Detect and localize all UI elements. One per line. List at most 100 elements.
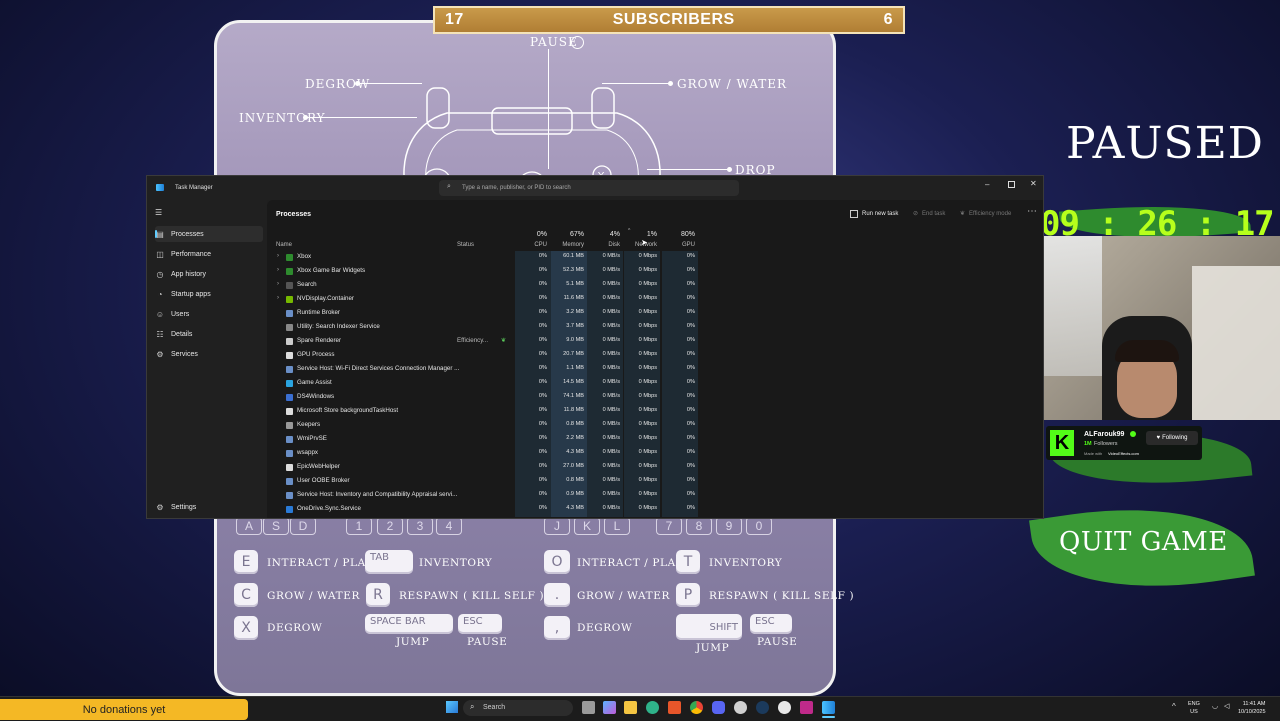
details-icon: ☷ bbox=[156, 329, 164, 339]
subscriber-label: SUBSCRIBERS bbox=[612, 11, 735, 28]
process-name: Microsoft Store backgroundTaskHost bbox=[297, 407, 399, 414]
system-clock[interactable]: 11:41 AM 10/10/2025 bbox=[1238, 700, 1266, 716]
nav-details[interactable]: ☷ Details bbox=[155, 326, 263, 342]
nav-services[interactable]: ⚙ Services bbox=[155, 346, 263, 362]
mem-value: 4.3 MB bbox=[566, 505, 584, 511]
more-options-icon[interactable]: ⋯ bbox=[1027, 206, 1037, 217]
gpu-header: GPU bbox=[681, 242, 695, 248]
column-name[interactable]: Name bbox=[276, 242, 292, 248]
search-icon: ⌕ bbox=[447, 183, 451, 190]
gpu-value: 0% bbox=[686, 477, 695, 483]
cpu-value: 0% bbox=[538, 463, 547, 469]
search-box[interactable]: ⌕ Type a name, publisher, or PID to sear… bbox=[439, 180, 739, 196]
table-row[interactable]: DS4Windows 0% 74.1 MB 0 MB/s 0 Mbps 0% bbox=[267, 391, 1043, 405]
end-task-button[interactable]: ⊘ End task bbox=[913, 210, 945, 218]
table-row[interactable]: User OOBE Broker 0% 0.8 MB 0 MB/s 0 Mbps 0% bbox=[267, 475, 1043, 489]
disk-total: 4% bbox=[609, 231, 620, 238]
volume-icon[interactable]: ◁ bbox=[1224, 702, 1229, 710]
nav-settings[interactable]: ⚙ Settings bbox=[155, 499, 263, 515]
cpu-value: 0% bbox=[538, 477, 547, 483]
subscriber-left-count: 17 bbox=[445, 11, 464, 28]
minimize-icon[interactable]: – bbox=[985, 180, 989, 189]
nav-processes[interactable]: ▤ Processes bbox=[155, 226, 263, 242]
expand-chevron-icon[interactable]: › bbox=[277, 253, 279, 259]
pause-callout-line bbox=[548, 49, 549, 169]
efficiency-mode-button[interactable]: ❦ Efficiency mode bbox=[960, 210, 1011, 218]
leaf-icon: ❦ bbox=[960, 211, 966, 217]
process-name: EpicWebHelper bbox=[297, 463, 340, 470]
process-name: Keepers bbox=[297, 421, 321, 428]
language-indicator[interactable]: ENG US bbox=[1188, 700, 1200, 716]
mem-value: 1.1 MB bbox=[566, 365, 584, 371]
steam-icon[interactable] bbox=[756, 701, 769, 714]
table-row[interactable]: Microsoft Store backgroundTaskHost 0% 11.8… bbox=[267, 405, 1043, 419]
process-icon bbox=[286, 422, 293, 429]
copilot-icon[interactable] bbox=[603, 701, 616, 714]
table-row[interactable]: Spare Renderer Efficiency... ❦ 0% 9.0 MB 0 MB… bbox=[267, 335, 1043, 349]
taskbar-search-box[interactable]: ⌕ Search bbox=[463, 700, 573, 716]
net-value: 0 Mbps bbox=[638, 491, 657, 497]
nav-performance[interactable]: ◫ Performance bbox=[155, 246, 263, 262]
net-value: 0 Mbps bbox=[638, 449, 657, 455]
table-row[interactable]: Service Host: Wi-Fi Direct Services Conn… bbox=[267, 363, 1043, 377]
following-button[interactable]: ♥ Following bbox=[1146, 431, 1198, 445]
table-row[interactable]: Utility: Search Indexer Service 0% 3.7 MB 0… bbox=[267, 321, 1043, 335]
github-icon[interactable] bbox=[734, 701, 747, 714]
hamburger-menu-icon[interactable]: ☰ bbox=[155, 208, 162, 217]
table-row[interactable]: › Xbox Game Bar Widgets 0% 52.3 MB 0 MB/s 0 M… bbox=[267, 265, 1043, 279]
process-name: NVDisplay.Container bbox=[297, 295, 354, 302]
page-title: Processes bbox=[276, 211, 312, 218]
mem-value: 0.9 MB bbox=[566, 491, 584, 497]
task-view-icon[interactable] bbox=[582, 701, 595, 714]
game-app-icon[interactable] bbox=[800, 701, 813, 714]
expand-chevron-icon[interactable]: › bbox=[277, 295, 279, 301]
quit-game-button[interactable]: QUIT GAME bbox=[1059, 527, 1228, 557]
table-row[interactable]: Game Assist 0% 14.5 MB 0 MB/s 0 Mbps 0% bbox=[267, 377, 1043, 391]
table-row[interactable]: Runtime Broker 0% 3.2 MB 0 MB/s 0 Mbps 0% bbox=[267, 307, 1043, 321]
taskbar-search-label: Search bbox=[483, 704, 506, 711]
process-icon bbox=[286, 254, 293, 261]
expand-chevron-icon[interactable]: › bbox=[277, 267, 279, 273]
windows-start-icon[interactable] bbox=[446, 701, 458, 713]
key-x: X bbox=[234, 616, 258, 640]
table-row[interactable]: › Xbox 0% 60.1 MB 0 MB/s 0 Mbps 0% bbox=[267, 251, 1043, 265]
edge-browser-icon[interactable] bbox=[646, 701, 659, 714]
table-row[interactable]: OneDrive.Sync.Service 0% 4.3 MB 0 MB/s 0 Mbp… bbox=[267, 503, 1043, 517]
table-row[interactable]: › Search 0% 5.1 MB 0 MB/s 0 Mbps 0% bbox=[267, 279, 1043, 293]
efficiency-leaf-icon: ❦ bbox=[501, 338, 507, 344]
run-new-task-button[interactable]: Run new task bbox=[850, 210, 898, 218]
maximize-icon[interactable] bbox=[1008, 181, 1015, 188]
disk-value: 0 MB/s bbox=[602, 407, 620, 413]
search-input[interactable]: Type a name, publisher, or PID to search bbox=[462, 185, 571, 191]
column-status[interactable]: Status bbox=[457, 242, 474, 248]
chrome-browser-icon[interactable] bbox=[690, 701, 703, 714]
table-row[interactable]: Service Host: Inventory and Compatibilit… bbox=[267, 489, 1043, 503]
table-row[interactable]: EpicWebHelper 0% 27.0 MB 0 MB/s 0 Mbps 0% bbox=[267, 461, 1043, 475]
table-row[interactable]: Keepers 0% 0.8 MB 0 MB/s 0 Mbps 0% bbox=[267, 419, 1043, 433]
table-row[interactable]: WmiPrvSE 0% 2.2 MB 0 MB/s 0 Mbps 0% bbox=[267, 433, 1043, 447]
process-name: Service Host: Wi-Fi Direct Services Conn… bbox=[297, 365, 460, 372]
tray-chevron-icon[interactable]: ^ bbox=[1172, 702, 1176, 711]
close-icon[interactable]: ✕ bbox=[1030, 179, 1037, 188]
brave-browser-icon[interactable] bbox=[668, 701, 681, 714]
expand-chevron-icon[interactable]: › bbox=[277, 281, 279, 287]
nav-app-history[interactable]: ◷ App history bbox=[155, 266, 263, 282]
title-bar[interactable]: Task Manager ⌕ Type a name, publisher, o… bbox=[147, 176, 1043, 200]
mem-value: 0.8 MB bbox=[566, 477, 584, 483]
table-row[interactable]: › NVDisplay.Container 0% 11.6 MB 0 MB/s 0 Mbp… bbox=[267, 293, 1043, 307]
file-explorer-icon[interactable] bbox=[624, 701, 637, 714]
net-value: 0 Mbps bbox=[638, 379, 657, 385]
task-manager-taskbar-icon[interactable] bbox=[822, 701, 835, 714]
ghost-key: 2 bbox=[377, 517, 403, 535]
discord-icon[interactable] bbox=[712, 701, 725, 714]
wifi-icon[interactable]: ◡ bbox=[1212, 702, 1218, 710]
table-row[interactable]: wsappx 0% 4.3 MB 0 MB/s 0 Mbps 0% bbox=[267, 447, 1043, 461]
language-code: ENG bbox=[1188, 701, 1200, 707]
nav-users[interactable]: ☺ Users bbox=[155, 306, 263, 322]
table-row[interactable]: GPU Process 0% 20.7 MB 0 MB/s 0 Mbps 0% bbox=[267, 349, 1043, 363]
cpu-value: 0% bbox=[538, 323, 547, 329]
unreal-engine-icon[interactable] bbox=[778, 701, 791, 714]
donation-ticker: No donations yet bbox=[0, 699, 248, 720]
nav-startup-apps[interactable]: ◔ Startup apps bbox=[155, 286, 263, 302]
net-value: 0 Mbps bbox=[638, 309, 657, 315]
